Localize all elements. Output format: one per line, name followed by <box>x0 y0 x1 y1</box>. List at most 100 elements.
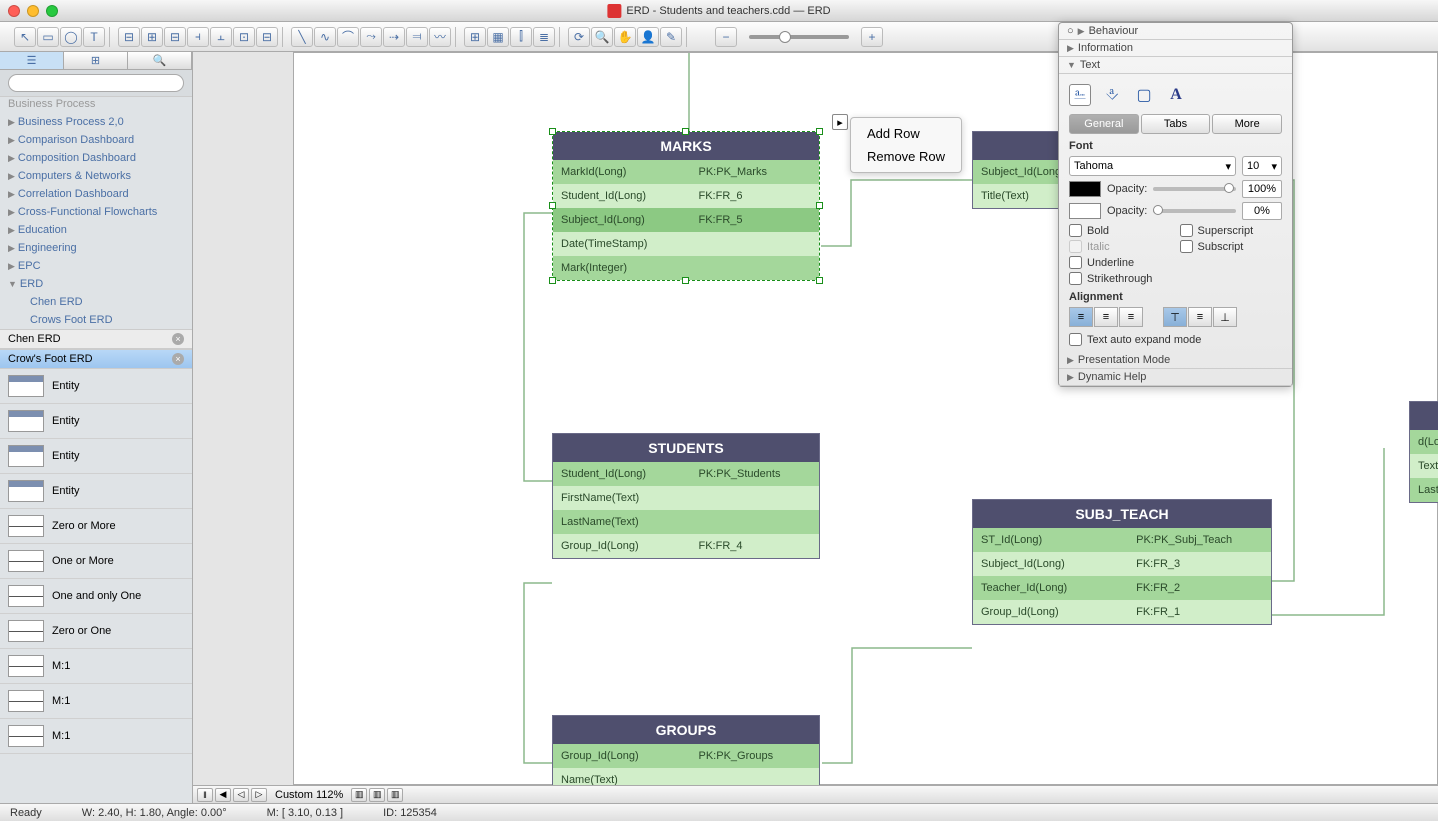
erd-subj-teach[interactable]: SUBJ_TEACH ST_Id(Long)PK:PK_Subj_Teach S… <box>972 499 1272 625</box>
section-presentation[interactable]: ▶Presentation Mode <box>1059 352 1292 369</box>
category-item[interactable]: ▶Computers & Networks <box>0 167 192 185</box>
zoom-slider[interactable] <box>749 35 849 39</box>
align-right[interactable]: ≡ <box>1119 307 1143 327</box>
underline-style-icon[interactable]: ⎁ <box>1069 84 1091 106</box>
tab-more[interactable]: More <box>1212 114 1282 134</box>
zoom-in[interactable]: + <box>861 27 883 47</box>
ctx-add-row[interactable]: Add Row <box>851 122 961 145</box>
font-select[interactable]: Tahoma▾ <box>1069 156 1236 176</box>
erd-students[interactable]: STUDENTS Student_Id(Long)PK:PK_Students … <box>552 433 820 559</box>
tree-tab[interactable]: ⊞ <box>64 52 128 69</box>
align-left-tool[interactable]: ⊟ <box>118 27 140 47</box>
category-item[interactable]: ▶Correlation Dashboard <box>0 185 192 203</box>
ellipse-tool[interactable]: ◯ <box>60 27 82 47</box>
zoom-tool[interactable]: 🔍 <box>591 27 613 47</box>
scroll-first-icon[interactable]: ◀ <box>215 788 231 802</box>
shape-entity[interactable]: Entity <box>0 439 192 474</box>
guide-tool[interactable]: ⫿ <box>510 27 532 47</box>
auto-expand-checkbox[interactable]: Text auto expand mode <box>1069 333 1282 346</box>
pointer-tool[interactable]: ↖ <box>14 27 36 47</box>
rect-tool[interactable]: ▭ <box>37 27 59 47</box>
text-color-swatch[interactable] <box>1069 181 1101 197</box>
highlight-icon[interactable]: ⎀ <box>1101 84 1123 106</box>
page-nav-icon[interactable]: ▥ <box>387 788 403 802</box>
page-nav-icon[interactable]: ▥ <box>369 788 385 802</box>
shape-entity[interactable]: Entity <box>0 404 192 439</box>
arc-tool[interactable]: ⌒ <box>337 27 359 47</box>
route-tool[interactable]: ⫤ <box>406 27 428 47</box>
valign-top[interactable]: ⊤ <box>1163 307 1187 327</box>
shape-zero-or-one[interactable]: Zero or One <box>0 614 192 649</box>
distribute-h-tool[interactable]: ⫞ <box>187 27 209 47</box>
category-item-erd[interactable]: ▼ERD <box>0 275 192 293</box>
smart-connector-tool[interactable]: ⇢ <box>383 27 405 47</box>
category-item[interactable]: ▶Comparison Dashboard <box>0 131 192 149</box>
minimize-window[interactable] <box>27 5 39 17</box>
text-tool[interactable]: T <box>83 27 105 47</box>
erd-teachers[interactable]: TEACHERS d(Long)PK:PK_Te Text) LastName(… <box>1409 401 1438 503</box>
ctx-remove-row[interactable]: Remove Row <box>851 145 961 168</box>
font-size-select[interactable]: 10▾ <box>1242 156 1282 176</box>
shape-entity[interactable]: Entity <box>0 474 192 509</box>
shape-m1[interactable]: M:1 <box>0 649 192 684</box>
horizontal-scrollbar[interactable]: ‖ ◀ ◁ ▷ Custom 112% ▥ ▥ ▥ <box>193 785 1438 803</box>
zoom-out[interactable]: − <box>715 27 737 47</box>
erd-marks[interactable]: MARKS MarkId(Long)PK:PK_Marks Student_Id… <box>552 131 820 281</box>
box-icon[interactable]: ▢ <box>1133 84 1155 106</box>
grid-tool[interactable]: ▦ <box>487 27 509 47</box>
properties-panel[interactable]: ○▶Behaviour ▶Information ▼Text ⎁ ⎀ ▢ A G… <box>1058 22 1293 387</box>
shape-one-only[interactable]: One and only One <box>0 579 192 614</box>
category-item[interactable]: ▶Cross-Functional Flowcharts <box>0 203 192 221</box>
opacity-value[interactable]: 100% <box>1242 180 1282 198</box>
search-tab[interactable]: 🔍 <box>128 52 192 69</box>
group-tool[interactable]: ⊡ <box>233 27 255 47</box>
underline-checkbox[interactable]: Underline <box>1069 256 1172 269</box>
bg-opacity-slider[interactable] <box>1153 209 1236 213</box>
section-information[interactable]: ▶Information <box>1059 40 1292 57</box>
zoom-level[interactable]: Custom 112% <box>269 789 349 801</box>
shape-entity[interactable]: Entity <box>0 369 192 404</box>
valign-bottom[interactable]: ⊥ <box>1213 307 1237 327</box>
bg-color-swatch[interactable] <box>1069 203 1101 219</box>
tab-general[interactable]: General <box>1069 114 1139 134</box>
shape-zero-or-more[interactable]: Zero or More <box>0 509 192 544</box>
ungroup-tool[interactable]: ⊟ <box>256 27 278 47</box>
section-behaviour[interactable]: ○▶Behaviour <box>1059 23 1292 40</box>
section-text[interactable]: ▼Text <box>1059 57 1292 74</box>
shape-m1[interactable]: M:1 <box>0 719 192 754</box>
snap-tool[interactable]: ⊞ <box>464 27 486 47</box>
person-tool[interactable]: 👤 <box>637 27 659 47</box>
distribute-v-tool[interactable]: ⫠ <box>210 27 232 47</box>
superscript-checkbox[interactable]: Superscript <box>1180 224 1283 237</box>
align-left[interactable]: ≡ <box>1069 307 1093 327</box>
subscript-checkbox[interactable]: Subscript <box>1180 240 1283 253</box>
scroll-prev-icon[interactable]: ◁ <box>233 788 249 802</box>
text-opacity-slider[interactable] <box>1153 187 1236 191</box>
tab-tabs[interactable]: Tabs <box>1141 114 1211 134</box>
shape-m1[interactable]: M:1 <box>0 684 192 719</box>
shape-one-or-more[interactable]: One or More <box>0 544 192 579</box>
zoom-window[interactable] <box>46 5 58 17</box>
bold-checkbox[interactable]: Bold <box>1069 224 1172 237</box>
close-icon[interactable]: × <box>172 333 184 345</box>
scroll-pause-icon[interactable]: ‖ <box>197 788 213 802</box>
strikethrough-checkbox[interactable]: Strikethrough <box>1069 272 1172 285</box>
category-item[interactable]: ▶EPC <box>0 257 192 275</box>
erd-sub-crowsfoot[interactable]: Crows Foot ERD <box>0 311 192 329</box>
open-lib-chen[interactable]: Chen ERD × <box>0 329 192 349</box>
pan-tool[interactable]: ✋ <box>614 27 636 47</box>
line-tool[interactable]: ╲ <box>291 27 313 47</box>
erd-sub-chen[interactable]: Chen ERD <box>0 293 192 311</box>
refresh-tool[interactable]: ⟳ <box>568 27 590 47</box>
curve-tool[interactable]: ∿ <box>314 27 336 47</box>
close-icon[interactable]: × <box>172 353 184 365</box>
erd-groups[interactable]: GROUPS Group_Id(Long)PK:PK_Groups Name(T… <box>552 715 820 793</box>
library-search[interactable] <box>8 74 184 92</box>
category-item[interactable]: ▶Engineering <box>0 239 192 257</box>
category-item[interactable]: ▶Composition Dashboard <box>0 149 192 167</box>
align-center[interactable]: ≡ <box>1094 307 1118 327</box>
font-a-icon[interactable]: A <box>1165 84 1187 106</box>
section-help[interactable]: ▶Dynamic Help <box>1059 369 1292 386</box>
category-item[interactable]: ▶Education <box>0 221 192 239</box>
open-lib-crowsfoot[interactable]: Crow's Foot ERD × <box>0 349 192 369</box>
